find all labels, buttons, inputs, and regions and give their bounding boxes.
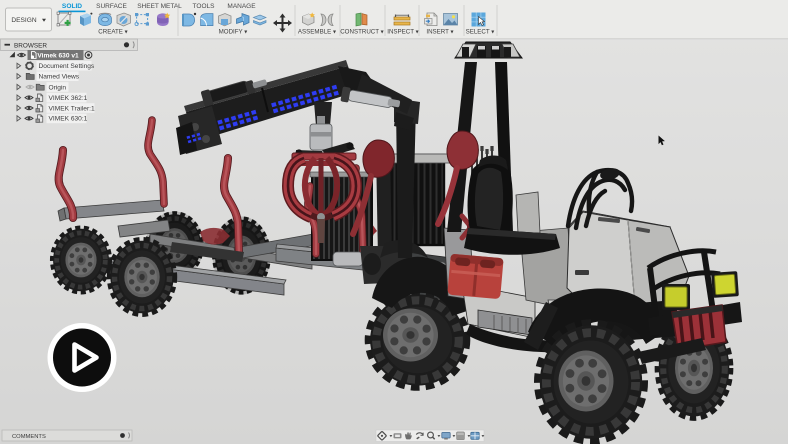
svg-text:SELECT ▾: SELECT ▾: [466, 29, 495, 36]
svg-text:COMMENTS: COMMENTS: [12, 434, 46, 440]
svg-text:INSERT ▾: INSERT ▾: [426, 29, 453, 36]
svg-text:SOLID: SOLID: [62, 3, 82, 10]
svg-text:Document Settings: Document Settings: [39, 63, 95, 70]
svg-text:VIMEK 362:1: VIMEK 362:1: [49, 95, 88, 102]
svg-text:BROWSER: BROWSER: [14, 43, 47, 50]
svg-text:MANAGE: MANAGE: [227, 3, 256, 10]
svg-text:CREATE ▾: CREATE ▾: [98, 29, 127, 36]
svg-text:VIMEK 630:1: VIMEK 630:1: [49, 116, 88, 123]
svg-text:TOOLS: TOOLS: [193, 3, 216, 10]
svg-text:Named Views: Named Views: [39, 74, 80, 81]
svg-text:INSPECT ▾: INSPECT ▾: [387, 29, 419, 36]
svg-text:CONSTRUCT ▾: CONSTRUCT ▾: [340, 29, 384, 36]
svg-text:DESIGN: DESIGN: [11, 17, 37, 24]
svg-text:Origin: Origin: [49, 84, 67, 91]
svg-text:MODIFY ▾: MODIFY ▾: [219, 29, 248, 36]
svg-text:SHEET METAL: SHEET METAL: [137, 3, 182, 10]
svg-text:Vimek 630 v1: Vimek 630 v1: [37, 52, 79, 59]
svg-text:VIMEK Trailer:1: VIMEK Trailer:1: [49, 105, 96, 112]
svg-text:SURFACE: SURFACE: [96, 3, 127, 10]
svg-text:ASSEMBLE ▾: ASSEMBLE ▾: [298, 29, 336, 36]
